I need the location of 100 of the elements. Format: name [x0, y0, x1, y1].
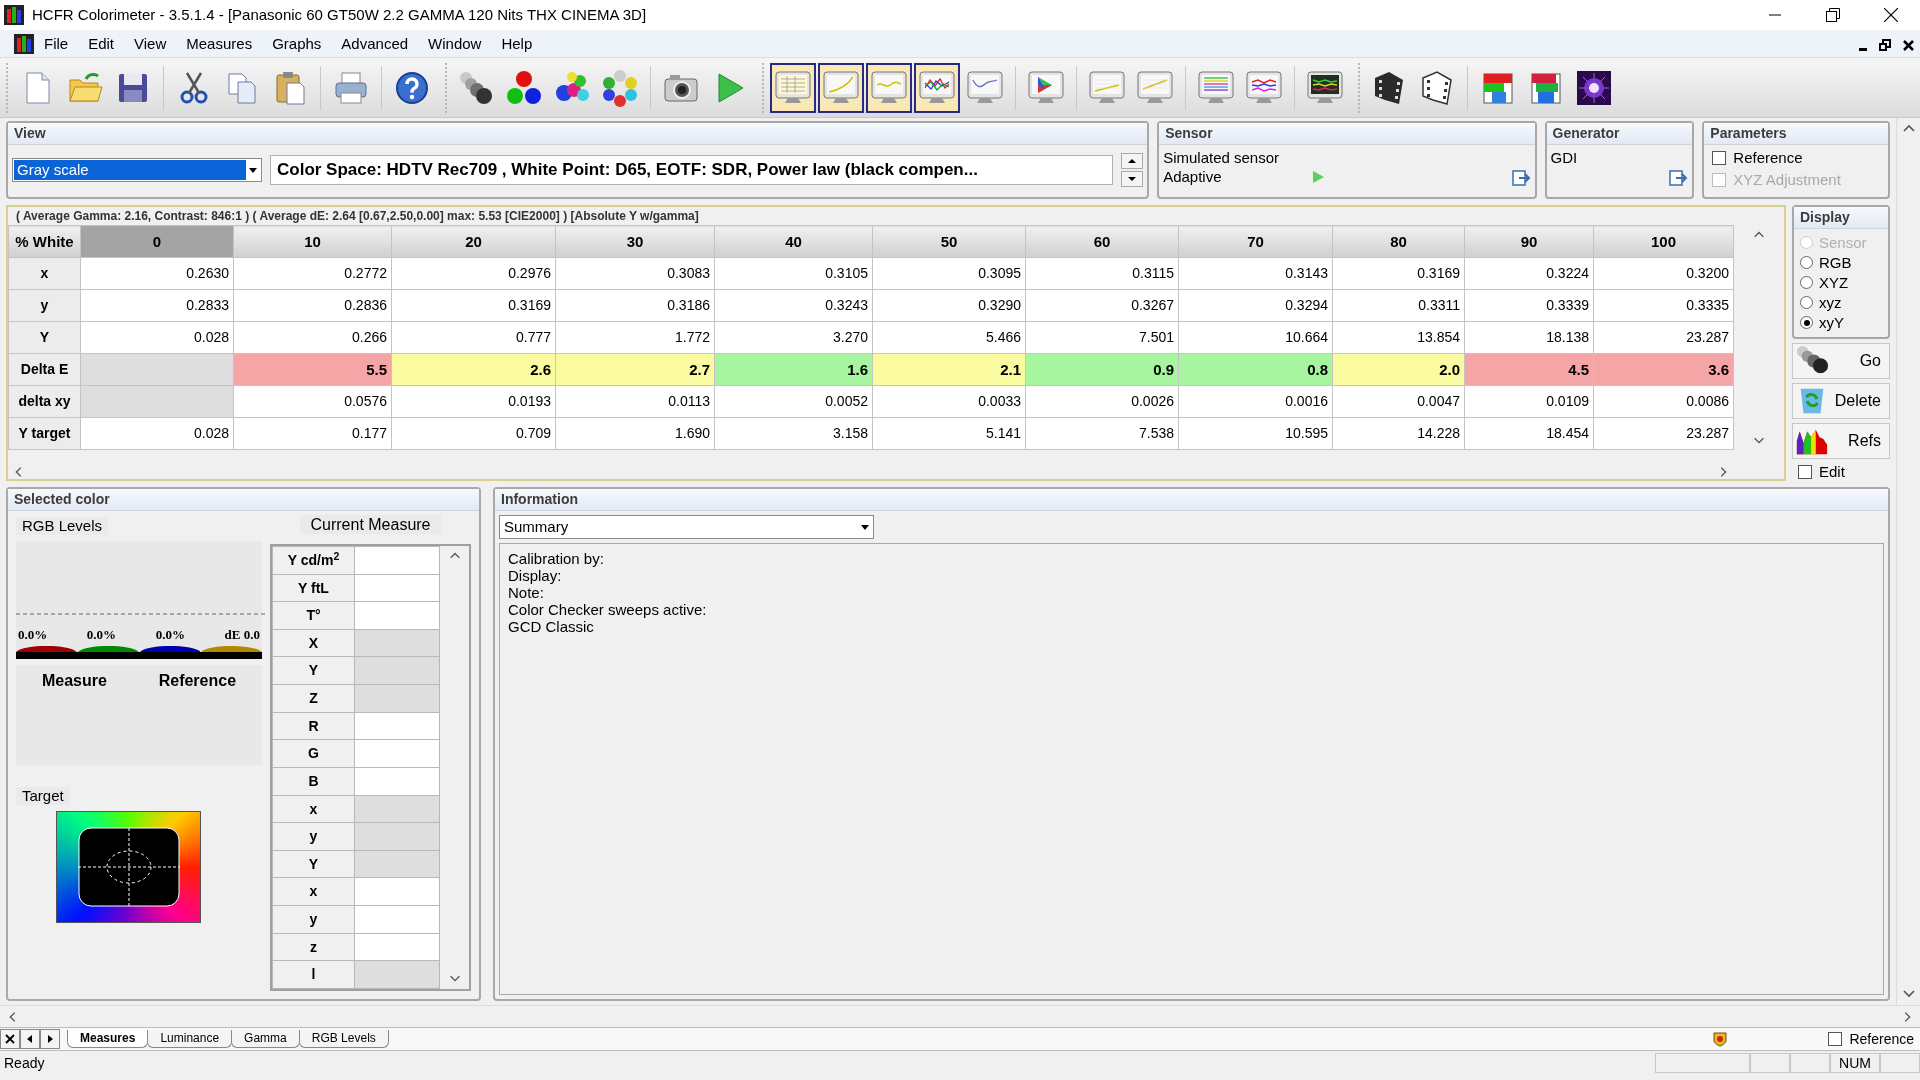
status-panel	[1880, 1053, 1920, 1073]
table-cell: 0.0026	[1025, 385, 1179, 418]
gauge-reading: 0.0%	[155, 627, 185, 643]
toolbar-button[interactable]	[914, 62, 960, 113]
column-header[interactable]: 60	[1025, 225, 1179, 258]
section-label: RGB Levels	[16, 516, 109, 535]
radio-label[interactable]: XYZ	[1819, 273, 1849, 292]
row-header: delta xy	[8, 385, 81, 418]
table-cell: 1.772	[555, 321, 715, 354]
sheet-tab[interactable]: RGB Levels	[298, 1030, 389, 1048]
minimize-icon	[1769, 14, 1781, 16]
table-cell: 0.0109	[1464, 385, 1594, 418]
checkbox[interactable]: Reference	[1828, 1030, 1914, 1048]
section-label: Current Measure	[300, 514, 441, 534]
app-icon	[4, 5, 24, 25]
radio-label[interactable]: xyY	[1819, 313, 1844, 332]
row-header: Y	[8, 321, 81, 354]
table-cell: 10.664	[1178, 321, 1333, 354]
table-cell: 0.0576	[233, 385, 392, 418]
toolbar-button[interactable]	[818, 62, 864, 113]
table-cell: 23.287	[1593, 321, 1734, 354]
summary-dropdown[interactable]: Summary	[499, 514, 874, 539]
radio-button[interactable]	[1800, 276, 1813, 290]
view-mode-dropdown[interactable]: Gray scale	[12, 157, 262, 182]
action-button[interactable]: Delete	[1792, 382, 1890, 419]
table-cell: 0.777	[391, 321, 556, 354]
column-header[interactable]: 50	[872, 225, 1026, 258]
column-header[interactable]: 30	[555, 225, 715, 258]
table-cell: 0.8	[1178, 353, 1333, 386]
table-cell: 0.3105	[714, 257, 873, 290]
menu-item[interactable]: Measures	[176, 32, 263, 55]
toolbar-button[interactable]	[770, 62, 816, 113]
shield-icon	[1712, 1031, 1729, 1047]
status-text: Ready	[4, 1054, 45, 1072]
menu-item[interactable]: Advanced	[331, 32, 419, 55]
table-cell: 0.3186	[555, 289, 715, 322]
column-header[interactable]: 70	[1178, 225, 1333, 258]
table-cell: 0.3294	[1178, 289, 1333, 322]
table-cell: 0.3083	[555, 257, 715, 290]
table-cell: 0.028	[80, 321, 234, 354]
radio-button[interactable]	[1800, 296, 1813, 310]
sheet-tab[interactable]: Gamma	[231, 1030, 300, 1048]
row-header: B	[272, 767, 355, 796]
column-header[interactable]: 100	[1593, 225, 1734, 258]
window-title: HCFR Colorimeter - 3.5.1.4 - [Panasonic 60 GT50W 2.2 GAMMA 120 Nits THX CINEMA 3D]	[32, 6, 647, 24]
table-cell: 14.228	[1332, 417, 1465, 450]
radio-label[interactable]: RGB	[1819, 253, 1852, 272]
row-header: Delta E	[8, 353, 81, 386]
sheet-tab[interactable]: Measures	[67, 1030, 149, 1048]
spin-up-button[interactable]	[1121, 152, 1144, 169]
table-cell: 0.0113	[555, 385, 715, 418]
column-header[interactable]: 80	[1332, 225, 1465, 258]
table-cell: 0.3335	[1593, 289, 1734, 322]
table-cell: 5.141	[872, 417, 1026, 450]
radio-button[interactable]	[1800, 316, 1813, 330]
row-header: Y	[272, 657, 355, 685]
measure-summary: ( Average Gamma: 2.16, Contrast: 846:1 ) ( Average dE: 2.64 [0.67,2.50,0.00] max: 5.53 [CIE2000] ) [Absolute Y w/gamma]	[15, 208, 700, 225]
table-cell: 2.6	[391, 353, 556, 386]
sheet-tab[interactable]: Luminance	[147, 1030, 233, 1048]
tab-nav-button[interactable]	[0, 1029, 20, 1049]
table-cell: 0.3243	[714, 289, 873, 322]
spin-down-button[interactable]	[1121, 170, 1144, 187]
column-header[interactable]: 10	[233, 225, 392, 258]
menu-item[interactable]: Edit	[78, 32, 125, 55]
panel-title: Information	[495, 489, 1888, 511]
row-header: y	[272, 822, 355, 851]
menu-item[interactable]: View	[124, 32, 177, 55]
toolbar-button[interactable]	[866, 62, 912, 113]
table-cell: 1.6	[714, 353, 873, 386]
column-header[interactable]: 90	[1464, 225, 1594, 258]
column-header[interactable]: 40	[714, 225, 873, 258]
row-header: l	[272, 960, 355, 989]
column-header[interactable]: 20	[391, 225, 556, 258]
table-cell: 0.3290	[872, 289, 1026, 322]
tab-nav-button[interactable]	[20, 1029, 40, 1049]
color-space-description: Color Space: HDTV Rec709 , White Point: D65, EOTF: SDR, Power law (black compen...	[270, 154, 1114, 185]
menu-item[interactable]: Graphs	[262, 32, 332, 55]
table-cell: 0.0086	[1593, 385, 1734, 418]
menu-item[interactable]: File	[34, 32, 79, 55]
menu-item[interactable]: Window	[418, 32, 492, 55]
table-cell: 0.266	[233, 321, 392, 354]
row-header: x	[8, 257, 81, 290]
row-header: Y cd/m$^{2}$	[272, 546, 355, 575]
row-header: y	[272, 905, 355, 934]
row-header: Z	[272, 684, 355, 713]
tab-nav-button[interactable]	[40, 1029, 60, 1049]
action-button[interactable]: Refs	[1792, 422, 1890, 459]
radio-button[interactable]	[1800, 256, 1813, 270]
minimize-icon	[1859, 47, 1867, 51]
table-cell: 3.158	[714, 417, 873, 450]
radio-label[interactable]: xyz	[1819, 293, 1842, 312]
row-header: Y ftL	[272, 574, 355, 602]
menu-item[interactable]: Help	[491, 32, 543, 55]
close-icon	[1903, 39, 1914, 51]
checkbox[interactable]: Reference	[1712, 148, 1880, 167]
column-header[interactable]: 0	[80, 225, 234, 258]
table-cell: 0.177	[233, 417, 392, 450]
table-cell: 0.3115	[1025, 257, 1179, 290]
checkbox[interactable]: Edit	[1798, 463, 1890, 481]
action-button[interactable]: Go	[1792, 342, 1890, 379]
